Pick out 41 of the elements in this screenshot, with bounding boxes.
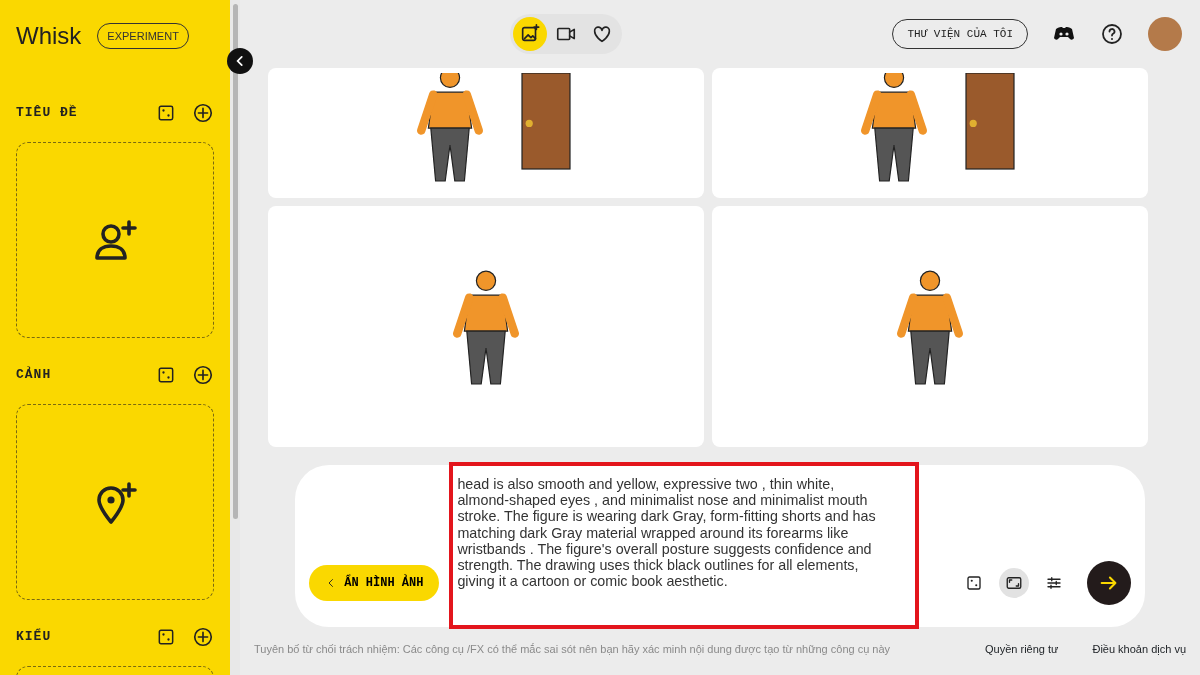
prompt-line: strength. The drawing uses thick black outlines for all elements,: [457, 557, 860, 574]
help-button[interactable]: [1100, 22, 1124, 46]
prompt-line: almond-shaped eyes , and minimalist nose and minimalist mouth: [457, 492, 869, 509]
section-title: KIỂU: [16, 627, 52, 647]
prompt-line: matching dark Gray material wrapped around its forearms like: [457, 524, 850, 541]
prompt-line: stroke. The figure is wearing dark Gray, form-fitting shorts and has: [457, 508, 877, 525]
dice-icon: [156, 627, 176, 647]
add-icon: [192, 626, 214, 648]
add-icon: [192, 364, 214, 386]
submit-button[interactable]: [1087, 561, 1131, 605]
collapse-button[interactable]: [227, 48, 253, 74]
mode-tab[interactable]: [513, 17, 548, 51]
footer-link[interactable]: Quyền riêng tư: [985, 641, 1059, 658]
dice-icon: [156, 103, 176, 123]
generated-image[interactable]: [712, 68, 1148, 198]
dice-icon: [156, 365, 176, 385]
scrollbar-thumb[interactable]: [232, 4, 238, 519]
tool-button[interactable]: [999, 568, 1029, 598]
random-button[interactable]: [156, 627, 176, 647]
generated-image[interactable]: [268, 68, 704, 198]
footer-link[interactable]: Điều khoản dịch vụ: [1092, 641, 1186, 658]
prompt-line: giving it a cartoon or comic book aesthetic.: [457, 573, 729, 590]
section-title: CẢNH: [16, 365, 52, 385]
add-button[interactable]: [192, 626, 214, 648]
upload-area[interactable]: [16, 404, 214, 600]
random-button[interactable]: [156, 103, 176, 123]
add-icon: [192, 102, 214, 124]
disclaimer-text: Tuyên bố từ chối trách nhiệm: Các công cụ /FX có thể mắc sai sót nên bạn hãy xác minh nội dung được tạo từ những công cụ này: [254, 642, 891, 657]
prompt-line: wristbands . The figure's overall posture suggests confidence and: [457, 540, 873, 557]
add-button[interactable]: [192, 364, 214, 386]
random-button[interactable]: [156, 365, 176, 385]
prompt-text-field[interactable]: [449, 462, 920, 629]
dice-icon: [965, 573, 983, 593]
upload-area[interactable]: [16, 142, 214, 338]
user-avatar[interactable]: [1148, 17, 1182, 51]
app-logo: Whisk: [16, 21, 82, 51]
prompt-line: head is also smooth and yellow, expressive two , thin white,: [457, 476, 836, 493]
section-title: TIÊU ĐỀ: [16, 103, 78, 123]
help-icon: [1100, 22, 1124, 46]
hide-images-button[interactable]: ẨN HÌNH ẢNH: [309, 565, 440, 601]
add-button[interactable]: [192, 102, 214, 124]
